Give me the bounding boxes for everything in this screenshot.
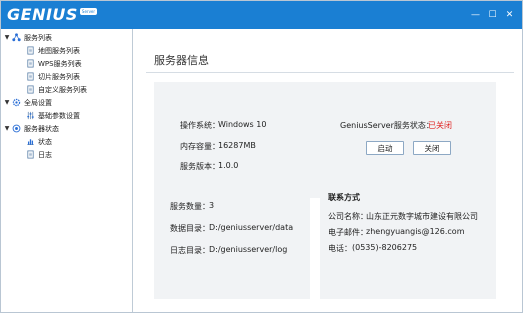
minimize-button[interactable]: — bbox=[469, 9, 482, 22]
company-label: 公司名称： bbox=[328, 212, 368, 221]
maximize-button[interactable]: ☐ bbox=[486, 9, 499, 22]
gear-icon bbox=[11, 98, 21, 108]
tree-group-service-list[interactable]: ▼ 服务列表 bbox=[3, 31, 52, 44]
app-window: GENIUS Server — ☐ ✕ ▼ 服务列表 地图服务列表 WPS服务列… bbox=[0, 0, 523, 313]
window-controls: — ☐ ✕ bbox=[469, 1, 516, 29]
sidebar-item-status[interactable]: 状态 bbox=[25, 135, 52, 148]
company-value: 山东正元数字城市建设有限公司 bbox=[366, 212, 478, 221]
status-icon bbox=[11, 124, 21, 134]
tree-group-label: 全局设置 bbox=[24, 98, 52, 107]
service-count-value: 3 bbox=[209, 201, 215, 210]
document-icon bbox=[25, 85, 35, 95]
caret-down-icon[interactable]: ▼ bbox=[3, 125, 11, 132]
log-dir-label: 日志目录： bbox=[170, 246, 210, 255]
service-status-label: GeniusServer服务状态： bbox=[340, 121, 434, 130]
email-value: zhengyuangis@126.com bbox=[366, 227, 465, 236]
tree-group-label: 服务器状态 bbox=[24, 124, 59, 133]
service-count-label: 服务数量： bbox=[170, 202, 210, 211]
data-dir-label: 数据目录： bbox=[170, 224, 210, 233]
document-icon bbox=[25, 72, 35, 82]
log-dir-value: D:/geniusserver/log bbox=[209, 245, 288, 254]
main-panel: 服务器信息 操作系统： Windows 10 内存容量： 16287MB 服务版… bbox=[134, 29, 522, 312]
logo-text: GENIUS bbox=[7, 5, 78, 24]
caret-down-icon[interactable]: ▼ bbox=[3, 99, 11, 106]
sliders-icon bbox=[25, 111, 35, 121]
service-status-value: 已关闭 bbox=[428, 121, 452, 130]
phone-label: 电话： bbox=[328, 244, 352, 253]
sidebar-item-label: 日志 bbox=[38, 150, 52, 159]
os-value: Windows 10 bbox=[218, 120, 267, 129]
title-bar: GENIUS Server — ☐ ✕ bbox=[1, 1, 522, 29]
service-stats-card: 服务数量： 3 数据目录： D:/geniusserver/data 日志目录：… bbox=[154, 177, 310, 299]
document-icon bbox=[25, 150, 35, 160]
sidebar-tree: ▼ 服务列表 地图服务列表 WPS服务列表 切片服务列表 自定义服务列表 ▼ 全… bbox=[1, 29, 133, 312]
stop-button[interactable]: 关闭 bbox=[413, 141, 451, 155]
server-list-icon bbox=[11, 33, 21, 43]
chart-icon bbox=[25, 137, 35, 147]
contact-card: 联系方式 公司名称： 山东正元数字城市建设有限公司 电子邮件： zhengyua… bbox=[320, 177, 496, 299]
caret-down-icon[interactable]: ▼ bbox=[3, 34, 11, 41]
sidebar-item-basic-params[interactable]: 基础参数设置 bbox=[25, 109, 80, 122]
sidebar-item-label: 基础参数设置 bbox=[38, 111, 80, 120]
logo-badge: Server bbox=[79, 8, 98, 15]
sidebar-item-map-services[interactable]: 地图服务列表 bbox=[25, 44, 80, 57]
os-label: 操作系统： bbox=[180, 121, 220, 130]
sidebar-item-label: 状态 bbox=[38, 137, 52, 146]
document-icon bbox=[25, 59, 35, 69]
data-dir-value: D:/geniusserver/data bbox=[209, 223, 294, 232]
tree-group-server-status[interactable]: ▼ 服务器状态 bbox=[3, 122, 59, 135]
document-icon bbox=[25, 46, 35, 56]
sidebar-item-label: 切片服务列表 bbox=[38, 72, 80, 81]
sidebar-item-log[interactable]: 日志 bbox=[25, 148, 52, 161]
sidebar-item-label: 地图服务列表 bbox=[38, 46, 80, 55]
phone-value: (0535)-8206275 bbox=[352, 243, 418, 252]
email-label: 电子邮件： bbox=[328, 228, 368, 237]
tree-group-global-settings[interactable]: ▼ 全局设置 bbox=[3, 96, 52, 109]
memory-label: 内存容量： bbox=[180, 142, 220, 151]
version-label: 服务版本： bbox=[180, 162, 220, 171]
title-divider bbox=[146, 72, 514, 73]
sidebar-item-label: 自定义服务列表 bbox=[38, 85, 87, 94]
contact-title: 联系方式 bbox=[328, 193, 360, 202]
version-value: 1.0.0 bbox=[218, 161, 239, 170]
sidebar-item-wps-services[interactable]: WPS服务列表 bbox=[25, 57, 82, 70]
sidebar-item-label: WPS服务列表 bbox=[38, 59, 82, 68]
memory-value: 16287MB bbox=[218, 141, 256, 150]
page-title: 服务器信息 bbox=[154, 54, 209, 67]
close-button[interactable]: ✕ bbox=[503, 9, 516, 22]
tree-group-label: 服务列表 bbox=[24, 33, 52, 42]
sidebar-item-custom-services[interactable]: 自定义服务列表 bbox=[25, 83, 87, 96]
sidebar-item-tile-services[interactable]: 切片服务列表 bbox=[25, 70, 80, 83]
start-button[interactable]: 启动 bbox=[366, 141, 404, 155]
app-logo: GENIUS Server bbox=[7, 5, 98, 25]
